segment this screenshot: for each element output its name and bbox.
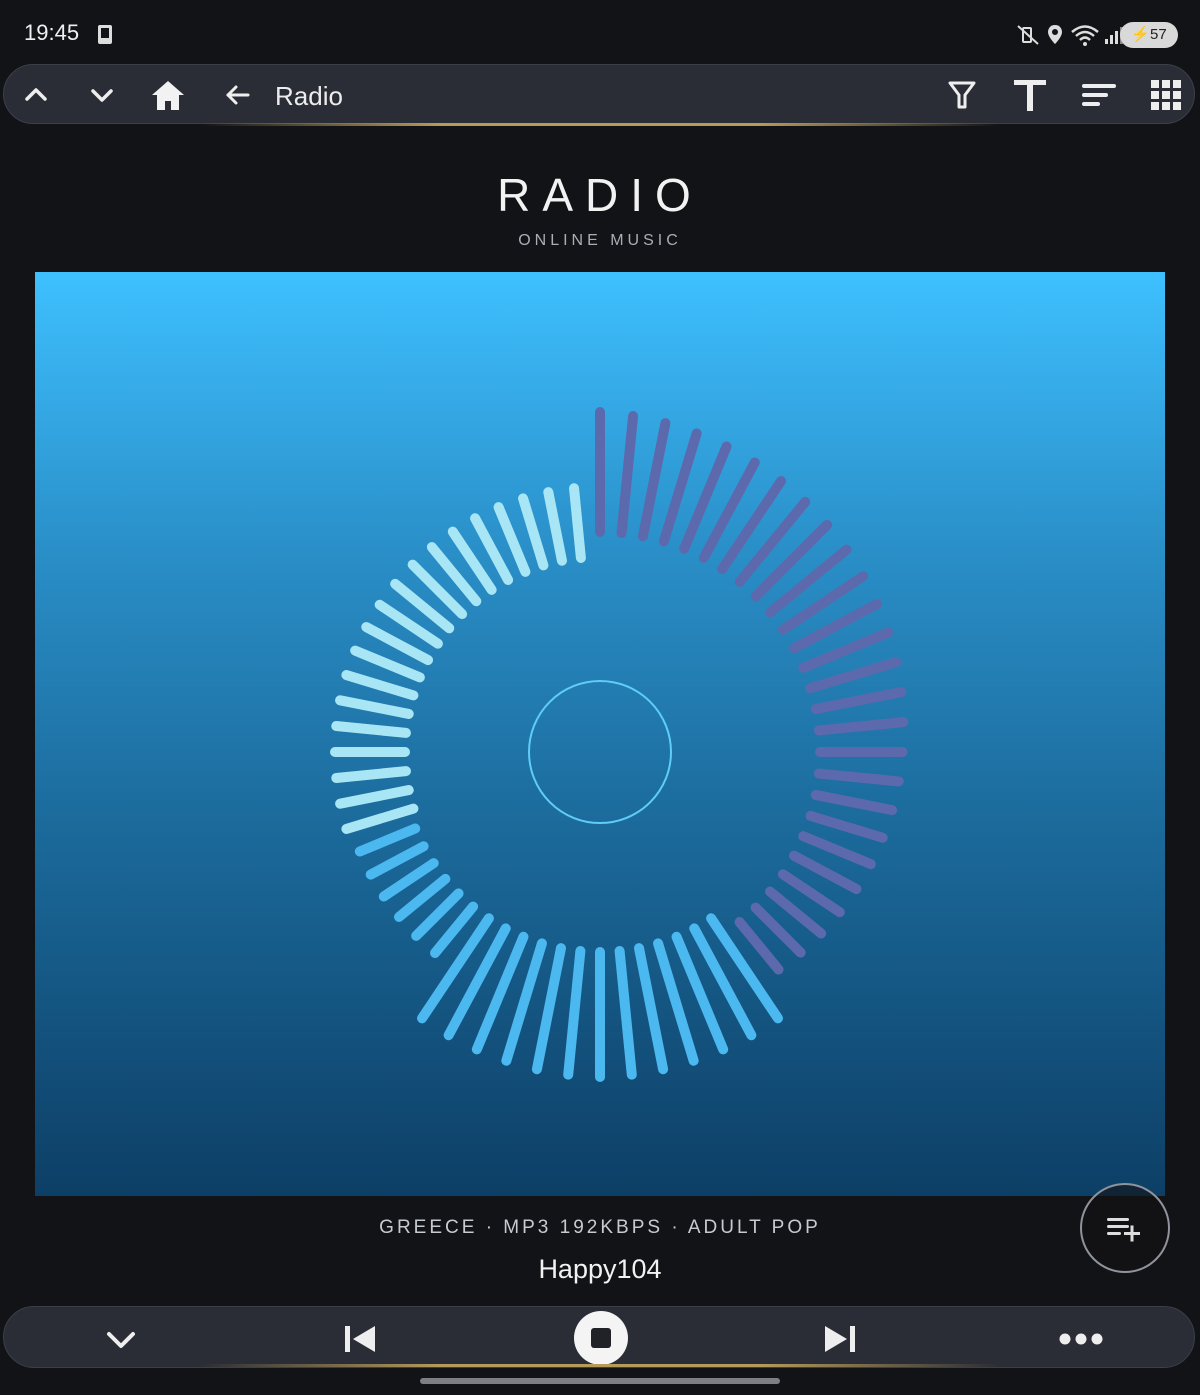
location-icon <box>1048 25 1062 44</box>
player-controls-bar <box>3 1306 1195 1368</box>
text-size-icon[interactable] <box>1012 77 1048 113</box>
page-title: RADIO <box>497 169 703 221</box>
visualizer-bar <box>331 721 411 738</box>
next-button[interactable] <box>820 1319 860 1359</box>
visualizer-bar <box>543 487 567 566</box>
collapse-player-button[interactable] <box>101 1319 141 1359</box>
more-options-button[interactable] <box>1056 1319 1106 1359</box>
chevron-down-icon[interactable] <box>84 77 120 113</box>
visualizer-bar <box>341 803 419 834</box>
visualizer-bar <box>750 519 833 602</box>
radio-visualizer-artwork <box>330 407 909 1082</box>
stop-button[interactable] <box>574 1311 628 1365</box>
visualizer-bar <box>717 475 787 575</box>
filter-icon[interactable] <box>944 77 980 113</box>
visualizer-bar <box>805 657 902 694</box>
chevron-up-icon[interactable] <box>18 77 54 113</box>
visualizer-bar <box>341 670 419 701</box>
phone-status-icon <box>98 25 112 44</box>
visualizer-bar <box>335 785 414 809</box>
visualizer-bar <box>563 946 586 1080</box>
sort-icon[interactable] <box>1080 77 1116 113</box>
skip-next-icon <box>825 1326 855 1352</box>
visualizer-bar <box>634 943 669 1075</box>
vibrate-mute-icon <box>1017 25 1039 45</box>
visualizer-bar <box>335 695 414 719</box>
arrow-left-icon[interactable] <box>220 77 256 113</box>
station-name: Happy104 <box>538 1254 662 1284</box>
visualizer-bar <box>810 687 907 715</box>
visualizer-bar <box>810 789 898 816</box>
grid-icon[interactable] <box>1148 77 1184 113</box>
controls-accent-line <box>200 1364 1000 1367</box>
page-subtitle: ONLINE MUSIC <box>518 232 682 249</box>
more-icon <box>1059 1333 1103 1345</box>
station-meta: GREECE · MP3 192KBPS · ADULT POP <box>379 1217 821 1238</box>
visualizer-bar <box>813 717 909 736</box>
add-to-queue-icon <box>1107 1218 1140 1242</box>
visualizer-bar <box>354 823 421 857</box>
home-indicator <box>420 1378 780 1384</box>
center-ring <box>528 680 672 824</box>
visualizer-bar <box>616 410 639 539</box>
add-to-queue-button[interactable] <box>1080 1183 1170 1273</box>
visualizer-bar <box>569 483 586 563</box>
battery-indicator: ⚡57 <box>1120 22 1178 48</box>
previous-button[interactable] <box>340 1319 380 1359</box>
visualizer-bar <box>805 810 888 843</box>
toolbar-accent-line <box>200 123 1000 126</box>
battery-level: 57 <box>1150 26 1167 43</box>
skip-previous-icon <box>345 1326 375 1352</box>
status-bar: 19:45 ⚡57 <box>0 0 1200 62</box>
visualizer-bar <box>531 943 566 1075</box>
toolbar-title: Radio <box>275 81 343 111</box>
visualizer-bar <box>734 496 811 587</box>
visualizer-bar <box>331 766 411 783</box>
visualizer-bar <box>765 544 852 618</box>
top-toolbar: Radio <box>3 64 1195 124</box>
status-time: 19:45 <box>24 20 80 45</box>
visualizer-bar <box>813 768 904 787</box>
chevron-down-icon <box>107 1332 135 1348</box>
visualizer-bar <box>614 946 637 1080</box>
home-icon[interactable] <box>150 77 186 113</box>
station-artwork <box>35 272 1165 1196</box>
visualizer-bar <box>518 493 549 571</box>
wifi-icon <box>1071 25 1099 46</box>
visualizer-bar <box>798 831 876 870</box>
stop-icon <box>591 1328 611 1348</box>
visualizer-bar <box>637 418 671 542</box>
